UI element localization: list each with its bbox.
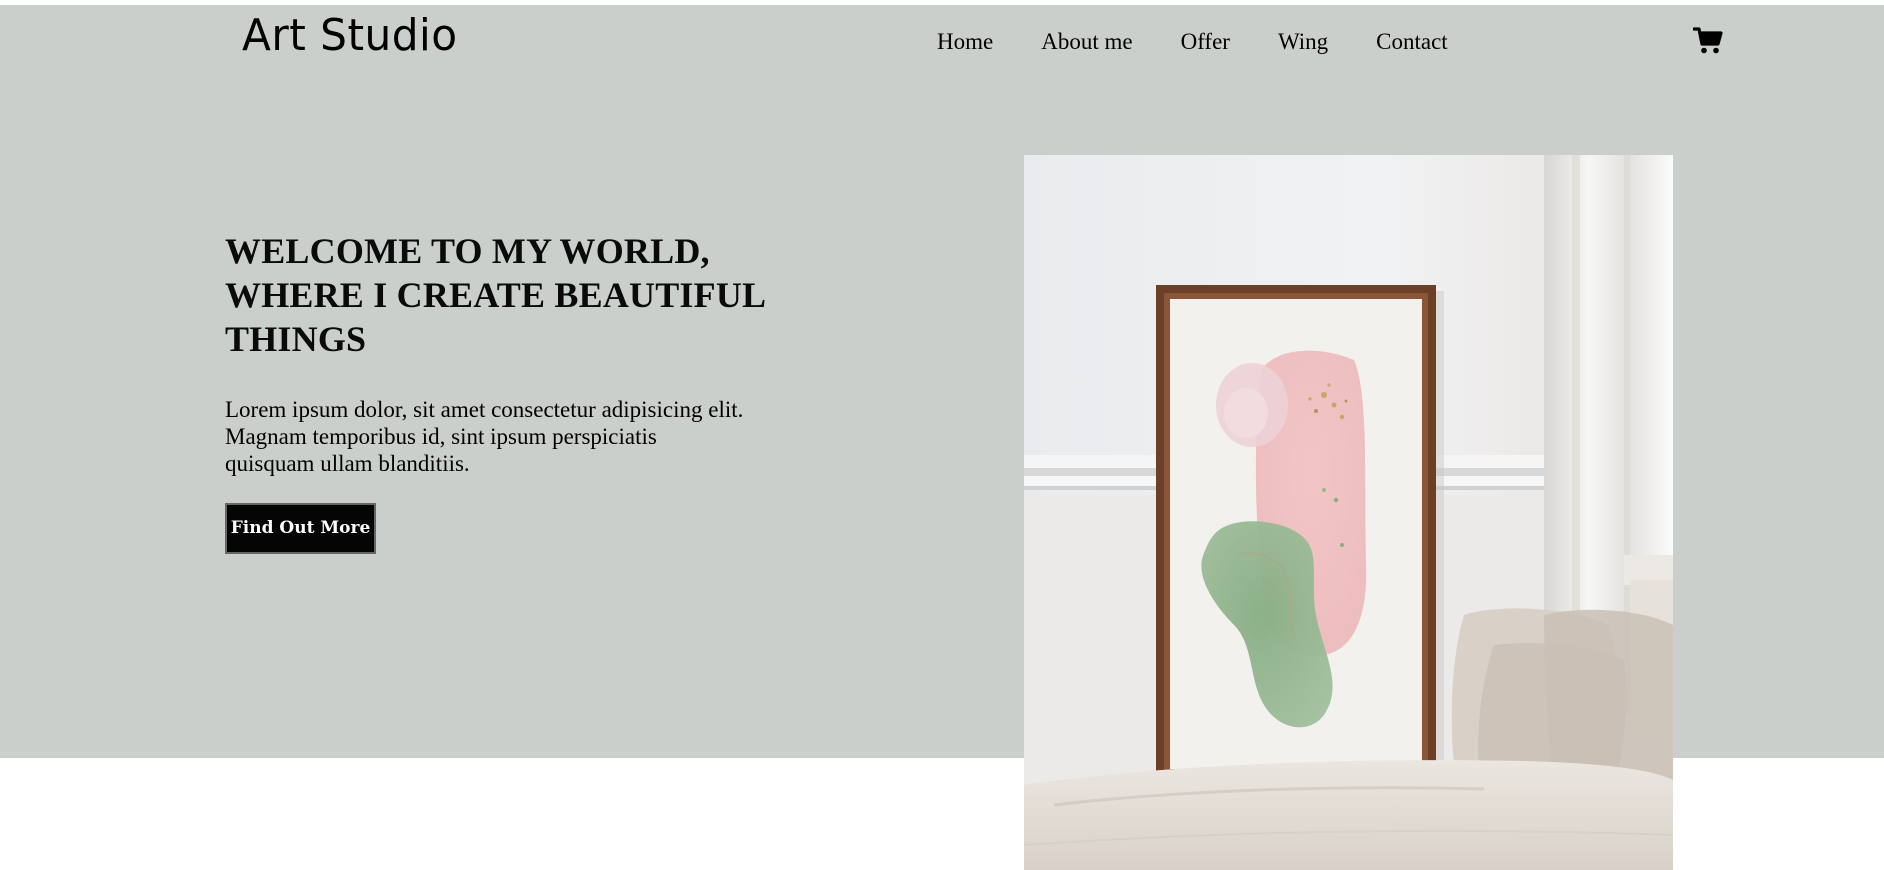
nav-item-wing[interactable]: Wing xyxy=(1278,26,1328,58)
nav-item-home[interactable]: Home xyxy=(937,26,993,58)
framed-painting-image xyxy=(1024,155,1673,870)
nav-item-contact[interactable]: Contact xyxy=(1376,26,1448,58)
site-logo[interactable]: Art Studio xyxy=(242,8,458,64)
shopping-cart-icon[interactable] xyxy=(1692,27,1723,55)
page: Art Studio Home About me Offer Wing Cont… xyxy=(0,0,1884,870)
nav-item-offer[interactable]: Offer xyxy=(1181,26,1230,58)
find-out-more-button[interactable]: Find Out More xyxy=(225,503,376,554)
hero-title: Welcome to my world, where I create beau… xyxy=(225,231,765,359)
hero-description: Lorem ipsum dolor, sit amet consectetur … xyxy=(225,397,744,476)
nav-item-about-me[interactable]: About me xyxy=(1041,26,1132,58)
main-nav: Home About me Offer Wing Contact xyxy=(937,26,1448,58)
